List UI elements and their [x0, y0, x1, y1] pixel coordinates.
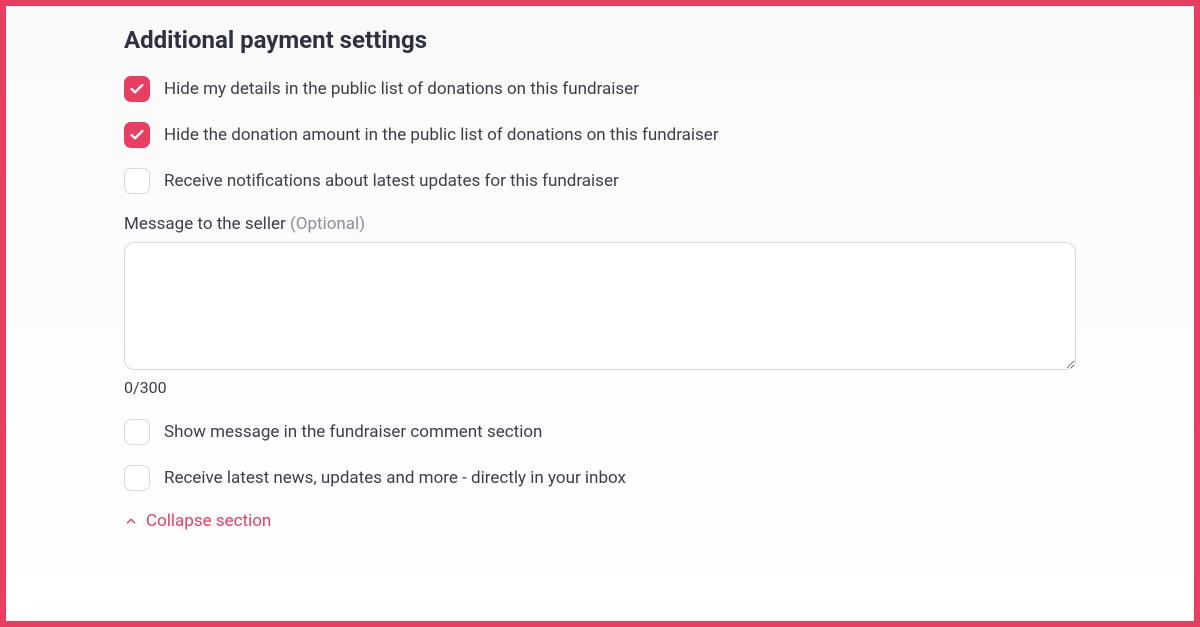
chevron-up-icon	[124, 514, 138, 528]
message-textarea[interactable]	[124, 242, 1076, 370]
section-title: Additional payment settings	[124, 26, 1076, 54]
message-optional-text: (Optional)	[290, 214, 365, 234]
check-icon	[129, 81, 145, 97]
checkbox-row-show-message: Show message in the fundraiser comment s…	[124, 419, 1076, 445]
char-count: 0/300	[124, 378, 1076, 397]
checkbox-row-hide-amount: Hide the donation amount in the public l…	[124, 122, 1076, 148]
message-label-text: Message to the seller	[124, 214, 290, 234]
settings-panel: Additional payment settings Hide my deta…	[0, 0, 1200, 627]
checkbox-row-receive-news: Receive latest news, updates and more - …	[124, 465, 1076, 491]
checkbox-label-receive-news: Receive latest news, updates and more - …	[164, 468, 626, 488]
checkbox-label-hide-details: Hide my details in the public list of do…	[164, 79, 639, 99]
checkbox-label-show-message: Show message in the fundraiser comment s…	[164, 422, 542, 442]
checkbox-row-notifications: Receive notifications about latest updat…	[124, 168, 1076, 194]
collapse-section-link[interactable]: Collapse section	[124, 511, 1076, 531]
checkbox-hide-details[interactable]	[124, 76, 150, 102]
checkbox-show-message[interactable]	[124, 419, 150, 445]
collapse-label: Collapse section	[146, 511, 271, 531]
check-icon	[129, 127, 145, 143]
checkbox-row-hide-details: Hide my details in the public list of do…	[124, 76, 1076, 102]
checkbox-notifications[interactable]	[124, 168, 150, 194]
checkbox-label-notifications: Receive notifications about latest updat…	[164, 171, 619, 191]
checkbox-hide-amount[interactable]	[124, 122, 150, 148]
checkbox-label-hide-amount: Hide the donation amount in the public l…	[164, 125, 719, 145]
message-field-label: Message to the seller (Optional)	[124, 214, 1076, 234]
checkbox-receive-news[interactable]	[124, 465, 150, 491]
